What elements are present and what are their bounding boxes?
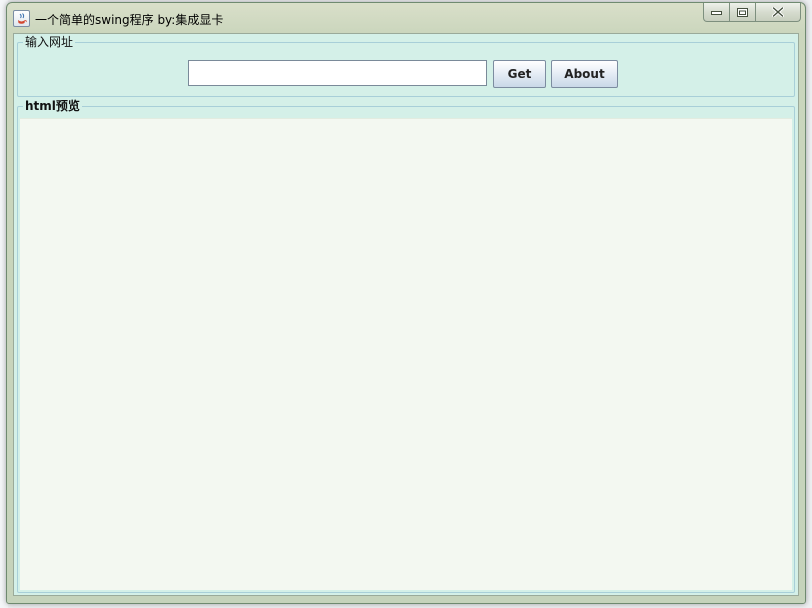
- about-button[interactable]: About: [551, 60, 618, 88]
- maximize-icon: [737, 7, 748, 17]
- url-input[interactable]: [188, 60, 487, 86]
- app-window: 一个简单的swing程序 by:集成显卡 输入网址 Get About html…: [6, 2, 806, 604]
- window-title: 一个简单的swing程序 by:集成显卡: [35, 13, 224, 27]
- minimize-button[interactable]: [703, 3, 730, 22]
- title-bar[interactable]: 一个简单的swing程序 by:集成显卡: [7, 3, 805, 33]
- url-group-legend: 输入网址: [23, 35, 76, 49]
- content-pane: 输入网址 Get About html预览: [13, 33, 799, 596]
- url-input-group: 输入网址 Get About: [17, 35, 795, 97]
- get-button[interactable]: Get: [493, 60, 546, 88]
- maximize-button[interactable]: [730, 3, 756, 22]
- html-preview-group: html预览: [17, 99, 795, 593]
- close-button[interactable]: [756, 3, 801, 22]
- java-cup-icon: [13, 10, 30, 27]
- html-preview-pane[interactable]: [20, 118, 792, 590]
- close-icon: [772, 7, 784, 17]
- minimize-icon: [711, 11, 722, 15]
- preview-group-legend: html预览: [23, 99, 82, 113]
- caption-buttons: [703, 3, 801, 23]
